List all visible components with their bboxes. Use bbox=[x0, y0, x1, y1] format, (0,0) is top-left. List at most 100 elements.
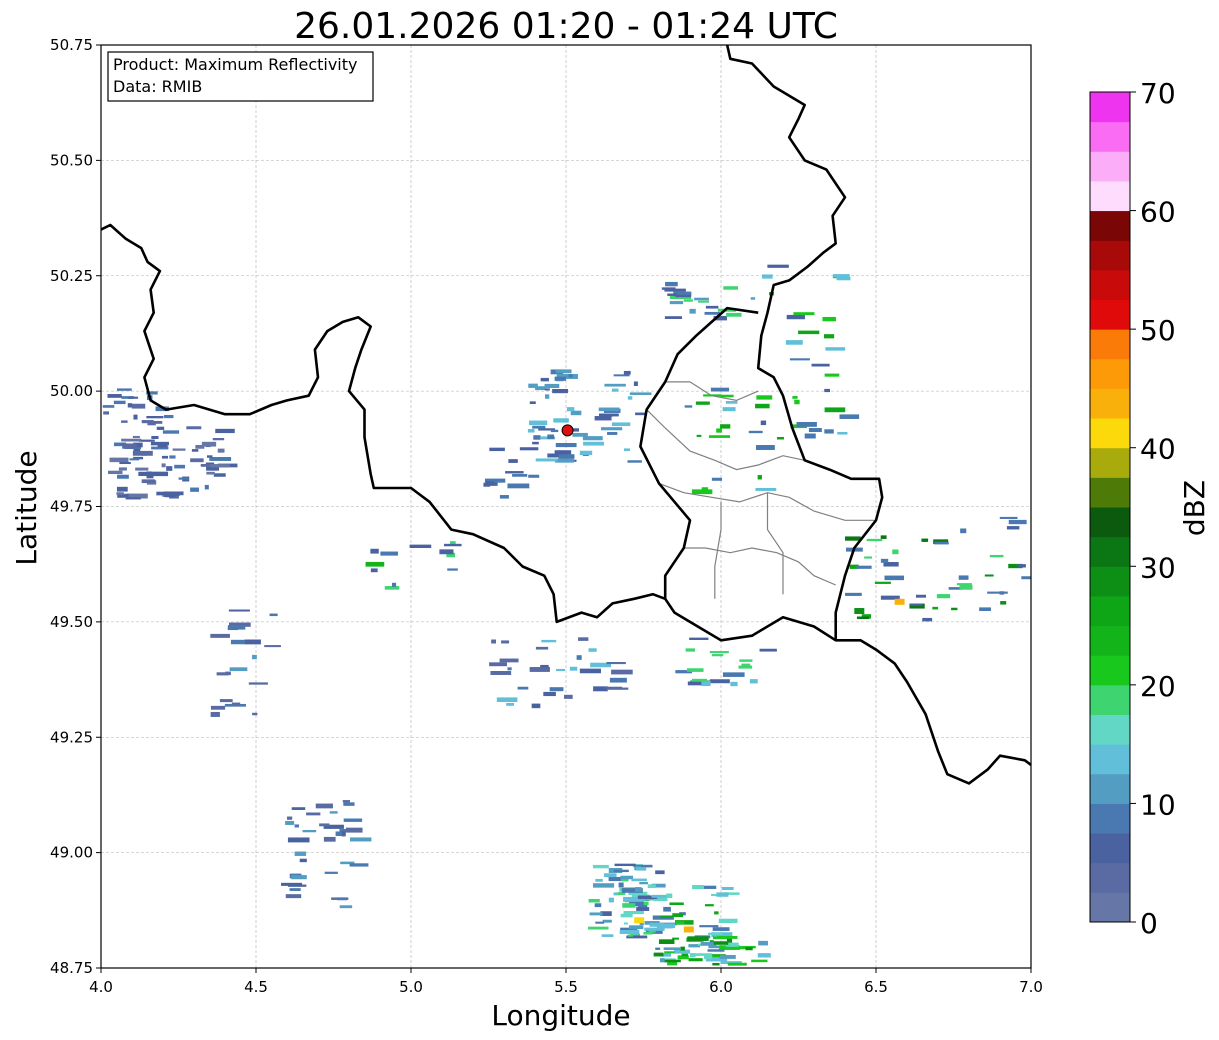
echo-cell bbox=[566, 407, 575, 412]
echo-cell bbox=[932, 606, 939, 610]
echo-cell bbox=[922, 617, 933, 622]
colorbar-segment bbox=[1090, 507, 1130, 538]
echo-cell bbox=[951, 607, 958, 611]
echo-cell bbox=[856, 565, 872, 569]
echo-cell bbox=[216, 672, 229, 676]
echo-cell bbox=[687, 936, 709, 941]
colorbar-segment bbox=[1090, 299, 1130, 330]
y-axis-label: Latitude bbox=[10, 450, 43, 565]
echo-cell bbox=[103, 411, 110, 415]
echo-cell bbox=[215, 428, 235, 434]
echo-cell bbox=[289, 888, 301, 891]
echo-cell bbox=[845, 592, 862, 596]
echo-cell bbox=[227, 625, 246, 630]
echo-cell bbox=[643, 931, 653, 935]
echo-cell bbox=[1017, 564, 1026, 568]
echo-cell bbox=[570, 410, 582, 416]
echo-cell bbox=[604, 383, 626, 387]
echo-cell bbox=[884, 575, 905, 581]
echo-cell bbox=[793, 312, 815, 316]
echo-cell bbox=[319, 823, 330, 827]
echo-cell bbox=[635, 867, 647, 871]
echo-cell bbox=[439, 549, 454, 555]
echo-cell bbox=[550, 429, 559, 433]
echo-cell bbox=[132, 435, 140, 439]
echo-cell bbox=[166, 466, 173, 471]
echo-cell bbox=[544, 388, 550, 391]
echo-cell bbox=[704, 311, 720, 315]
echo-cell bbox=[750, 297, 756, 300]
echo-cell bbox=[162, 430, 180, 434]
echo-cell bbox=[554, 458, 574, 463]
echo-cell bbox=[213, 473, 226, 477]
echo-cell bbox=[623, 370, 631, 375]
echo-cell bbox=[138, 439, 155, 442]
colorbar-tick-label: 70 bbox=[1140, 77, 1176, 110]
echo-cell bbox=[675, 294, 691, 298]
colorbar-segment bbox=[1090, 121, 1130, 152]
echo-cell bbox=[934, 541, 949, 545]
colorbar-segment bbox=[1090, 180, 1130, 212]
echo-cell bbox=[507, 667, 512, 671]
echo-cell bbox=[231, 702, 241, 706]
echo-cell bbox=[825, 347, 846, 351]
x-tick-label: 6.5 bbox=[864, 978, 888, 996]
echo-cell bbox=[666, 893, 673, 898]
echo-cell bbox=[656, 923, 675, 929]
echo-cell bbox=[705, 305, 719, 309]
strong-echo-cell bbox=[634, 917, 645, 924]
echo-cell bbox=[519, 447, 539, 451]
echo-cell bbox=[191, 449, 199, 452]
echo-cell bbox=[285, 820, 295, 825]
echo-cell bbox=[535, 646, 549, 650]
echo-cell bbox=[337, 897, 347, 901]
echo-cell bbox=[611, 422, 631, 427]
echo-cell bbox=[345, 827, 363, 833]
echo-cell bbox=[229, 667, 248, 672]
echo-cell bbox=[248, 682, 268, 685]
echo-cell bbox=[910, 603, 923, 606]
echo-cell bbox=[342, 800, 350, 803]
x-tick-label: 5.5 bbox=[554, 978, 578, 996]
echo-cell bbox=[558, 454, 575, 459]
plot-area bbox=[100, 44, 1032, 969]
colorbar-segment bbox=[1090, 833, 1130, 864]
echo-cell bbox=[789, 358, 810, 361]
echo-cell bbox=[712, 962, 720, 966]
echo-cell bbox=[956, 583, 972, 586]
echo-cell bbox=[824, 429, 834, 434]
echo-cell bbox=[695, 401, 710, 405]
echo-cell bbox=[444, 543, 462, 547]
echo-cell bbox=[757, 953, 771, 958]
y-axis-ticks: 48.75 49.00 49.25 49.50 49.75 50.00 50.25 50.50… bbox=[50, 36, 101, 977]
echo-cell bbox=[138, 471, 147, 476]
echo-cell bbox=[664, 288, 686, 292]
echo-cell bbox=[201, 441, 217, 447]
y-tick-label: 50.50 bbox=[50, 151, 93, 169]
echo-cell bbox=[576, 655, 582, 660]
echo-cell bbox=[329, 811, 338, 814]
echo-cell bbox=[701, 681, 711, 687]
echo-cell bbox=[1006, 526, 1020, 530]
echo-cell bbox=[796, 421, 817, 427]
echo-cell bbox=[583, 441, 604, 446]
echo-cell bbox=[151, 435, 159, 439]
echo-cell bbox=[612, 388, 619, 392]
x-axis-ticks: 4.0 4.5 5.0 5.5 6.0 6.5 7.0 bbox=[89, 968, 1043, 996]
echo-cell bbox=[150, 441, 169, 446]
x-axis-label: Longitude bbox=[491, 999, 630, 1032]
echo-cell bbox=[588, 648, 597, 652]
echo-cell bbox=[291, 807, 306, 810]
echo-cell bbox=[716, 892, 729, 897]
echo-cell bbox=[588, 898, 600, 903]
echo-cell bbox=[623, 910, 644, 915]
echo-cell bbox=[979, 607, 991, 612]
echo-cell bbox=[230, 639, 245, 645]
echo-cell bbox=[135, 467, 149, 471]
echo-cell bbox=[125, 497, 141, 500]
echo-cell bbox=[556, 668, 566, 672]
echo-cell bbox=[121, 420, 128, 423]
colorbar-segment bbox=[1090, 803, 1130, 834]
y-tick-label: 49.25 bbox=[50, 728, 93, 746]
echo-cell bbox=[209, 457, 232, 461]
